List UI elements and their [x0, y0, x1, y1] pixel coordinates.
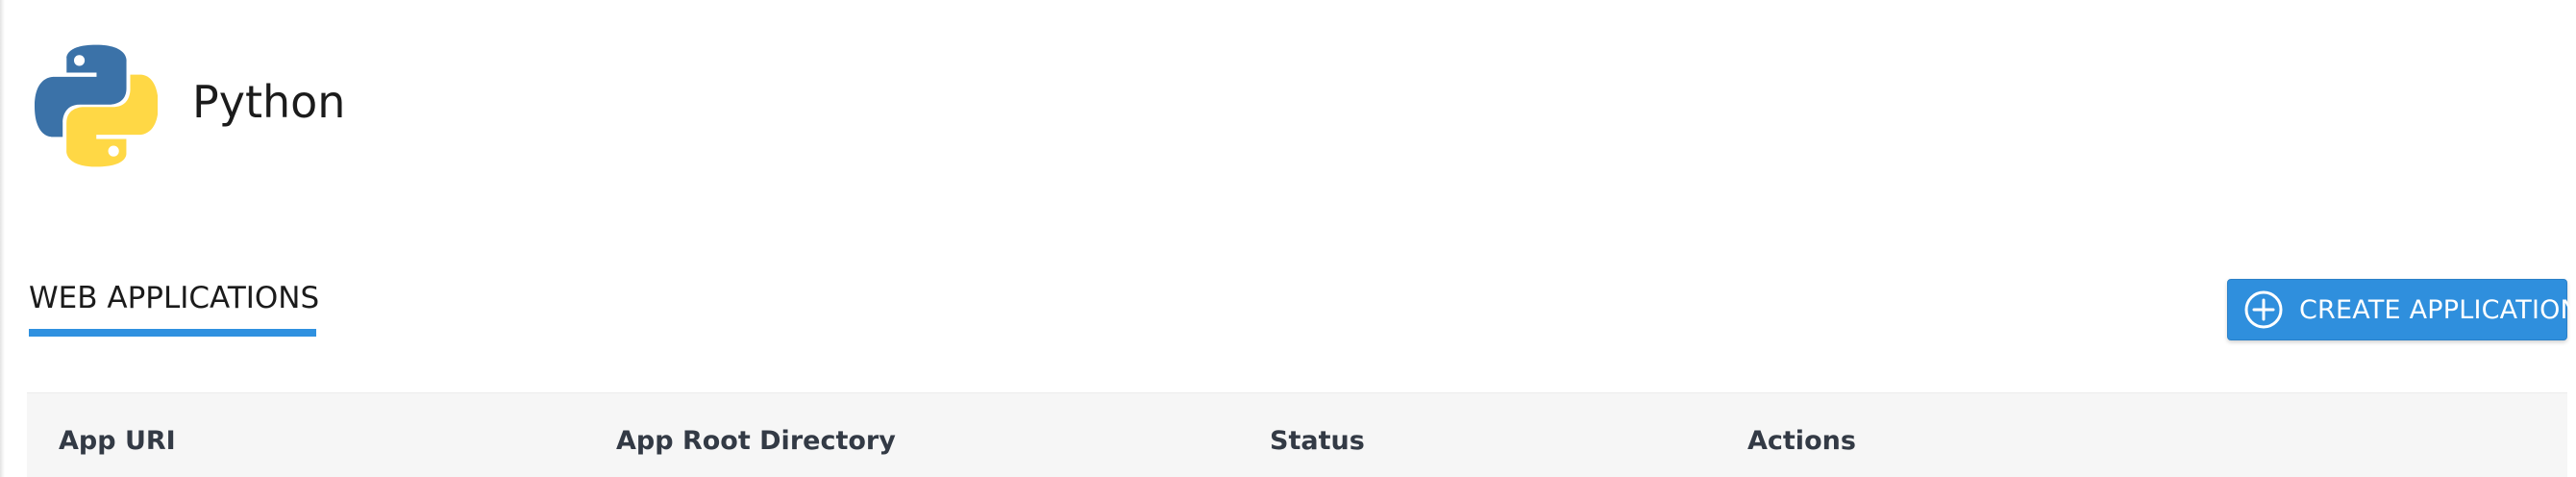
- column-header-actions: Actions: [1747, 426, 1856, 456]
- tab-web-applications[interactable]: WEB APPLICATIONS: [29, 277, 320, 337]
- applications-table-header: App URI App Root Directory Status Action…: [27, 392, 2567, 477]
- tab-label: WEB APPLICATIONS: [29, 281, 320, 315]
- active-tab-indicator: [29, 329, 316, 337]
- page-title: Python: [192, 76, 346, 128]
- python-logo-icon: [35, 44, 158, 167]
- plus-circle-icon: [2244, 290, 2283, 329]
- create-application-button[interactable]: CREATE APPLICATION: [2227, 279, 2576, 340]
- column-header-app-uri[interactable]: App URI: [59, 426, 176, 456]
- python-app-page: Python WEB APPLICATIONS CREATE APPLICATI…: [0, 0, 2576, 477]
- create-application-label: CREATE APPLICATION: [2299, 294, 2576, 325]
- left-edge-shadow: [0, 0, 5, 477]
- column-header-status[interactable]: Status: [1270, 426, 1365, 456]
- column-header-app-root-directory[interactable]: App Root Directory: [616, 426, 896, 456]
